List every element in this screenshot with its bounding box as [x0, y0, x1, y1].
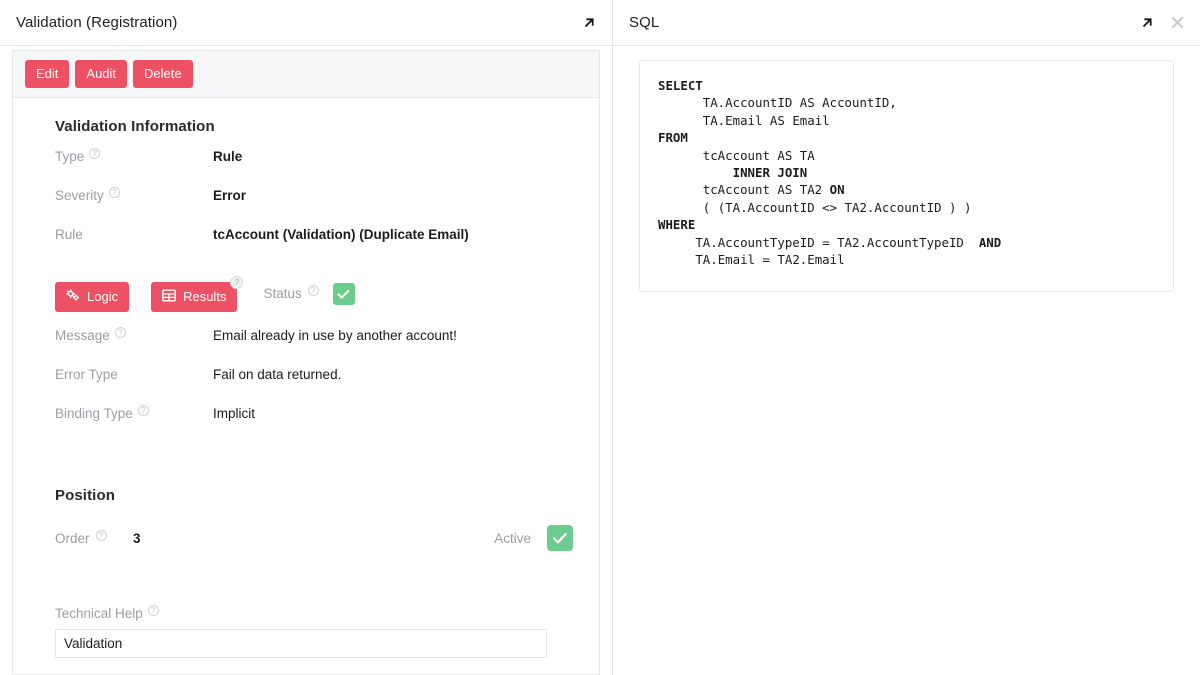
field-type-value: Rule [213, 149, 243, 164]
sql-body: SELECT TA.AccountID AS AccountID, TA.Ema… [613, 46, 1200, 675]
technical-help-label-text: Technical Help [55, 606, 143, 621]
field-message: Message ? Email already in use by anothe… [39, 327, 573, 367]
logic-button[interactable]: Logic [55, 282, 130, 312]
panel-divider [612, 0, 613, 675]
field-type: Type ? Rule [39, 148, 573, 188]
field-type-label-text: Type [55, 149, 85, 164]
help-icon[interactable]: ? [114, 327, 126, 338]
page-title: Validation (Registration) [16, 14, 178, 31]
field-error-type-value: Fail on data returned. [213, 367, 342, 382]
validation-form: Validation Information Type ? Rule Sever… [13, 98, 599, 674]
audit-button[interactable]: Audit [75, 60, 128, 88]
help-icon[interactable]: ? [108, 187, 120, 198]
validation-card: Edit Audit Delete Validation Information… [12, 50, 600, 675]
cogs-icon [66, 289, 80, 304]
edit-button[interactable]: Edit [25, 60, 70, 88]
delete-button[interactable]: Delete [133, 60, 193, 88]
validation-header-actions [580, 14, 598, 32]
sql-code-block: SELECT TA.AccountID AS AccountID, TA.Ema… [658, 78, 1002, 268]
field-order-label-text: Order [55, 530, 90, 546]
validation-action-row: Logic Results ? Status ? [39, 276, 573, 314]
technical-help-block: Technical Help ? [39, 605, 573, 658]
field-rule-label-text: Rule [55, 227, 83, 242]
technical-help-label: Technical Help ? [55, 605, 547, 621]
sql-panel-title: SQL [629, 14, 660, 31]
app-root: Validation (Registration) Edit Audit Del… [0, 0, 1200, 675]
field-order-label: Order ? [55, 529, 115, 546]
field-binding-type-value: Implicit [213, 406, 256, 421]
help-icon[interactable]: ? [307, 285, 319, 296]
close-icon[interactable] [1168, 14, 1186, 32]
sql-header-actions [1138, 14, 1186, 32]
results-button-label: Results [183, 289, 227, 304]
help-icon[interactable]: ? [89, 148, 101, 159]
field-error-type-label-text: Error Type [55, 367, 118, 382]
field-severity: Severity ? Error [39, 187, 573, 227]
table-grid-icon [162, 289, 176, 304]
field-error-type-label: Error Type [39, 367, 213, 382]
technical-help-input[interactable] [55, 629, 547, 658]
expand-arrow-icon[interactable] [580, 14, 598, 32]
field-severity-label-text: Severity [55, 188, 104, 203]
results-button-wrap: Results ? [151, 276, 244, 312]
field-rule: Rule tcAccount (Validation) (Duplicate E… [39, 227, 573, 266]
field-binding-type-label-text: Binding Type [55, 406, 133, 421]
status-label-text: Status [263, 286, 302, 301]
logic-button-label: Logic [87, 289, 119, 304]
field-message-label: Message ? [39, 327, 213, 343]
field-rule-label: Rule [39, 227, 213, 242]
status-label: Status ? [263, 285, 319, 301]
sql-panel-header: SQL [613, 0, 1200, 46]
active-label: Active [494, 530, 531, 546]
help-icon[interactable]: ? [230, 276, 244, 289]
position-heading: Position [55, 487, 115, 504]
field-type-label: Type ? [39, 148, 213, 164]
field-order: Order ? 3 Active [39, 518, 573, 558]
help-icon[interactable]: ? [147, 605, 159, 616]
field-order-value: 3 [133, 530, 141, 546]
field-rule-value: tcAccount (Validation) (Duplicate Email) [213, 227, 469, 242]
field-severity-value: Error [213, 188, 247, 203]
help-icon[interactable]: ? [95, 529, 107, 541]
field-message-label-text: Message [55, 328, 110, 343]
help-icon[interactable]: ? [137, 405, 149, 416]
validation-toolbar: Edit Audit Delete [13, 50, 599, 98]
validation-panel: Validation (Registration) Edit Audit Del… [0, 0, 612, 675]
status-checkbox[interactable] [332, 283, 355, 305]
validation-panel-header: Validation (Registration) [0, 0, 612, 46]
field-binding-type-label: Binding Type ? [39, 405, 213, 421]
expand-arrow-icon[interactable] [1138, 14, 1156, 32]
field-error-type: Error Type Fail on data returned. [39, 367, 573, 406]
field-binding-type: Binding Type ? Implicit [39, 405, 573, 445]
field-severity-label: Severity ? [39, 187, 213, 203]
sql-card: SELECT TA.AccountID AS AccountID, TA.Ema… [639, 60, 1174, 292]
validation-information-heading: Validation Information [55, 118, 215, 135]
active-checkbox[interactable] [547, 525, 573, 551]
sql-panel: SQL SELECT TA.AccountID AS AccountID, TA… [612, 0, 1200, 675]
results-button[interactable]: Results [151, 282, 238, 312]
field-message-value: Email already in use by another account! [213, 328, 457, 343]
